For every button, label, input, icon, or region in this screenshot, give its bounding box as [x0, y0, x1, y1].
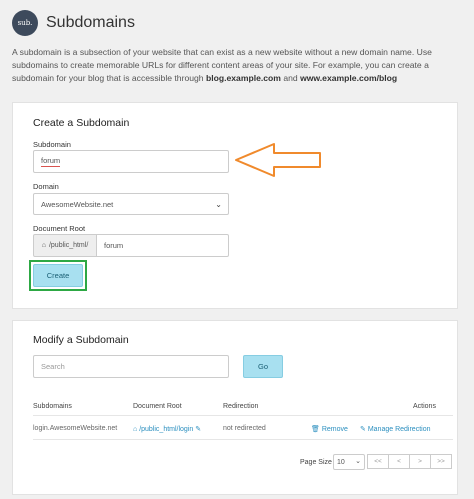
- page-size-select[interactable]: 10 ⌄: [333, 454, 365, 470]
- pencil-icon: ✎: [360, 426, 366, 433]
- row-document-root-text: /public_html/login: [139, 426, 194, 433]
- docroot-label: Document Root: [33, 224, 86, 233]
- page-header: sub. Subdomains: [12, 10, 135, 36]
- domain-label: Domain: [33, 182, 59, 191]
- create-subdomain-panel: Create a Subdomain Subdomain forum Domai…: [12, 102, 458, 309]
- go-button[interactable]: Go: [243, 355, 283, 378]
- create-heading: Create a Subdomain: [33, 117, 130, 129]
- remove-link[interactable]: 🗑 Remove: [311, 425, 348, 433]
- pagination: << < > >>: [367, 454, 452, 469]
- page-size-label: Page Size: [300, 459, 332, 466]
- chevron-down-icon: ⌄: [215, 200, 222, 209]
- search-input[interactable]: Search: [33, 355, 229, 378]
- pencil-icon: ✎: [193, 426, 202, 433]
- row-divider: [33, 439, 453, 440]
- first-page-button[interactable]: <<: [367, 454, 389, 469]
- page-title: Subdomains: [46, 14, 135, 31]
- prev-page-button[interactable]: <: [388, 454, 410, 469]
- docroot-input-value: forum: [104, 241, 124, 250]
- row-subdomain: login.AwesomeWebsite.net: [33, 425, 118, 432]
- docroot-input[interactable]: forum: [96, 234, 229, 257]
- intro-example-1: blog.example.com: [205, 73, 281, 83]
- chevron-down-icon: ⌄: [355, 458, 361, 465]
- manage-redirection-label: Manage Redirection: [367, 426, 431, 433]
- domain-select-value: AwesomeWebsite.net: [41, 199, 114, 209]
- modify-subdomain-panel: Modify a Subdomain Search Go Subdomains …: [12, 320, 458, 495]
- docroot-prefix: ⌂/public_html/: [33, 234, 97, 257]
- intro-and: and: [280, 73, 301, 83]
- subdomain-input[interactable]: forum: [33, 150, 229, 173]
- home-icon: ⌂: [41, 242, 46, 249]
- col-document-root[interactable]: Document Root: [133, 403, 182, 410]
- annotation-arrow: [235, 143, 321, 177]
- header-divider: [33, 415, 453, 416]
- page-size-value: 10: [337, 458, 345, 466]
- subdomains-logo: sub.: [12, 10, 38, 36]
- col-subdomains[interactable]: Subdomains: [33, 403, 72, 410]
- col-actions: Actions: [413, 403, 436, 410]
- domain-select[interactable]: AwesomeWebsite.net ⌄: [33, 193, 229, 215]
- col-redirection[interactable]: Redirection: [223, 403, 258, 410]
- row-redirection: not redirected: [223, 425, 266, 432]
- search-placeholder: Search: [41, 362, 65, 371]
- row-document-root-link[interactable]: ⌂ /public_html/login ✎: [133, 425, 201, 433]
- create-button[interactable]: Create: [33, 264, 83, 287]
- subdomain-label: Subdomain: [33, 140, 71, 149]
- manage-redirection-link[interactable]: ✎ Manage Redirection: [360, 425, 430, 433]
- last-page-button[interactable]: >>: [430, 454, 452, 469]
- subdomain-input-value: forum: [41, 156, 61, 167]
- modify-heading: Modify a Subdomain: [33, 334, 129, 346]
- intro-text: A subdomain is a subsection of your webs…: [12, 46, 464, 85]
- trash-icon: 🗑: [311, 426, 320, 433]
- docroot-prefix-text: /public_html/: [48, 242, 89, 249]
- intro-example-2: www.example.com/blog: [300, 73, 398, 83]
- next-page-button[interactable]: >: [409, 454, 431, 469]
- remove-label: Remove: [321, 426, 348, 433]
